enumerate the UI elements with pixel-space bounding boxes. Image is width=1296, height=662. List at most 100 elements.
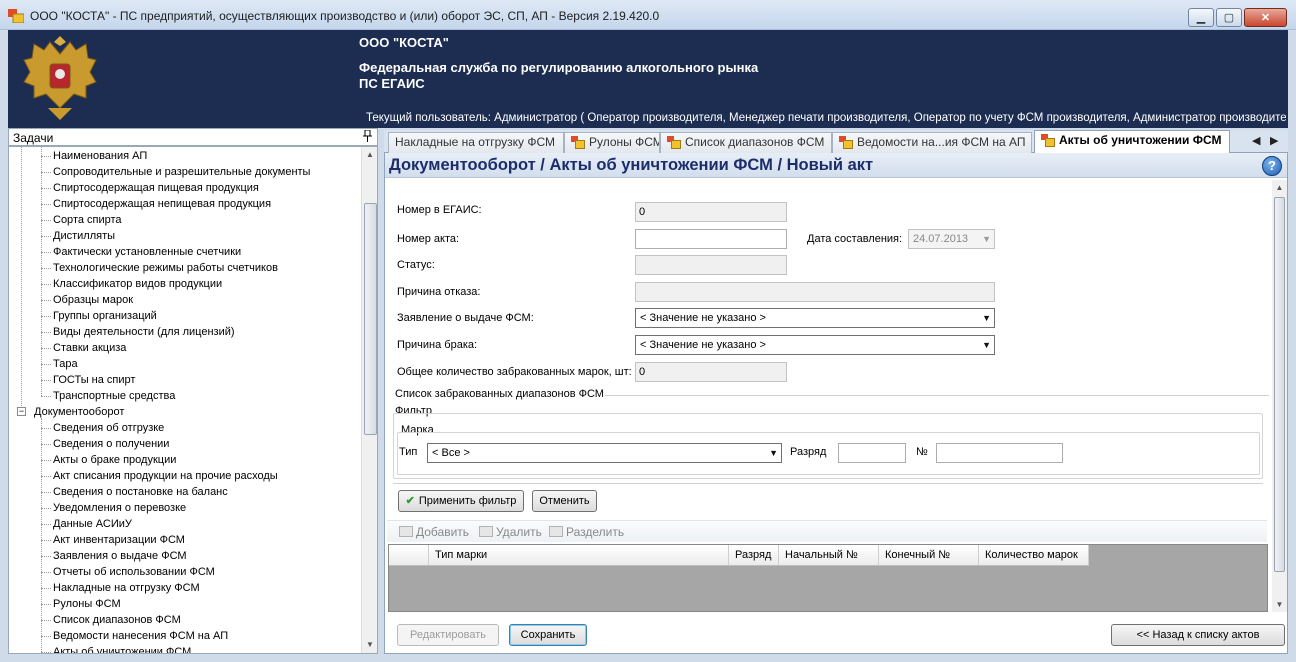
org-name: ООО "КОСТА" bbox=[359, 35, 449, 50]
row-header-corner bbox=[389, 545, 429, 566]
tree-item[interactable]: Сведения о получении bbox=[53, 436, 169, 452]
delete-icon bbox=[479, 526, 493, 537]
tree-item[interactable]: Классификатор видов продукции bbox=[53, 276, 222, 292]
rank-input[interactable] bbox=[838, 443, 906, 463]
column-header[interactable]: Начальный № bbox=[779, 545, 879, 566]
tree-connector bbox=[21, 147, 22, 406]
tree-item[interactable]: Сорта спирта bbox=[53, 212, 122, 228]
scroll-up-icon[interactable]: ▲ bbox=[1272, 180, 1287, 195]
cancel-filter-button[interactable]: Отменить bbox=[532, 490, 597, 512]
content-scrollbar[interactable]: ▲ ▼ bbox=[1272, 180, 1287, 612]
tree-item[interactable]: Спиртосодержащая пищевая продукция bbox=[53, 180, 259, 196]
date-picker[interactable]: 24.07.2013 ▼ bbox=[908, 229, 995, 249]
tree-connector bbox=[41, 380, 51, 381]
tree-item-documents[interactable]: Документооборот bbox=[34, 404, 124, 420]
tab-fsm-rolls[interactable]: Рулоны ФСМ bbox=[564, 132, 660, 153]
split-icon bbox=[549, 526, 563, 537]
minimize-button[interactable]: ▁ bbox=[1188, 8, 1214, 27]
fsm-application-select[interactable]: < Значение не указано > ▼ bbox=[635, 308, 995, 328]
tree-item[interactable]: Фактически установленные счетчики bbox=[53, 244, 241, 260]
split-range-button[interactable]: Разделить bbox=[549, 525, 624, 539]
tree-item[interactable]: Ведомости нанесения ФСМ на АП bbox=[53, 628, 228, 644]
scroll-up-icon[interactable]: ▲ bbox=[362, 147, 377, 163]
scroll-down-icon[interactable]: ▼ bbox=[362, 637, 377, 653]
tree-item[interactable]: Наименования АП bbox=[53, 148, 147, 164]
number-input[interactable] bbox=[936, 443, 1063, 463]
pin-icon[interactable] bbox=[363, 129, 372, 145]
column-header[interactable]: Конечный № bbox=[879, 545, 979, 566]
chevron-down-icon: ▼ bbox=[982, 313, 991, 323]
tree-item[interactable]: Образцы марок bbox=[53, 292, 133, 308]
tree-item[interactable]: Уведомления о перевозке bbox=[53, 500, 186, 516]
tree-item[interactable]: Акты о браке продукции bbox=[53, 452, 176, 468]
tree-item[interactable]: Ставки акциза bbox=[53, 340, 126, 356]
column-header[interactable]: Тип марки bbox=[429, 545, 729, 566]
defect-reason-value: < Значение не указано > bbox=[640, 339, 766, 351]
defect-reason-select[interactable]: < Значение не указано > ▼ bbox=[635, 335, 995, 355]
tree-connector bbox=[41, 540, 51, 541]
tab-fsm-destruction-acts[interactable]: Акты об уничтожении ФСМ bbox=[1034, 130, 1230, 154]
tree-item[interactable]: Сопроводительные и разрешительные докуме… bbox=[53, 164, 310, 180]
tree-item[interactable]: Рулоны ФСМ bbox=[53, 596, 121, 612]
tab-fsm-statements[interactable]: Ведомости на...ия ФСМ на АП bbox=[832, 132, 1032, 153]
tab-fsm-ranges[interactable]: Список диапазонов ФСМ bbox=[660, 132, 832, 153]
tree-scrollbar[interactable]: ▲ ▼ bbox=[361, 147, 377, 653]
apply-filter-button[interactable]: ✔ Применить фильтр bbox=[398, 490, 524, 512]
tree-connector bbox=[41, 444, 51, 445]
collapse-icon[interactable]: − bbox=[17, 407, 26, 416]
document-icon bbox=[667, 136, 681, 149]
tab-scroll-left-icon[interactable]: ◀ bbox=[1252, 134, 1260, 147]
save-button[interactable]: Сохранить bbox=[509, 624, 587, 646]
tree-item[interactable]: Отчеты об использовании ФСМ bbox=[53, 564, 215, 580]
total-rejected-label: Общее количество забракованных марок, шт… bbox=[397, 366, 632, 378]
act-number-input[interactable] bbox=[635, 229, 787, 249]
tree-connector bbox=[41, 620, 51, 621]
delete-label: Удалить bbox=[496, 525, 542, 539]
tree-item[interactable]: Виды деятельности (для лицензий) bbox=[53, 324, 235, 340]
tree-item[interactable]: Накладные на отгрузку ФСМ bbox=[53, 580, 200, 596]
tree-item[interactable]: Сведения об отгрузке bbox=[53, 420, 164, 436]
coat-of-arms-icon bbox=[23, 36, 97, 120]
column-header[interactable]: Количество марок bbox=[979, 545, 1089, 566]
tasks-tree[interactable]: Наименования АП Сопроводительные и разреш… bbox=[8, 146, 378, 654]
edit-button[interactable]: Редактировать bbox=[397, 624, 499, 646]
mark-type-select[interactable]: < Все > ▼ bbox=[427, 443, 782, 463]
tree-item[interactable]: Список диапазонов ФСМ bbox=[53, 612, 181, 628]
back-to-list-button[interactable]: << Назад к списку актов bbox=[1111, 624, 1285, 646]
maximize-button[interactable]: ▢ bbox=[1216, 8, 1242, 27]
tree-item[interactable]: Транспортные средства bbox=[53, 388, 175, 404]
close-button[interactable]: ✕ bbox=[1244, 8, 1287, 27]
help-icon[interactable]: ? bbox=[1262, 156, 1282, 176]
tab-fsm-invoices[interactable]: Накладные на отгрузку ФСМ bbox=[388, 132, 564, 153]
ranges-grid[interactable]: Тип марки Разряд Начальный № Конечный № … bbox=[388, 544, 1268, 612]
scrollbar-thumb[interactable] bbox=[364, 203, 377, 435]
column-header[interactable]: Разряд bbox=[729, 545, 779, 566]
tree-item[interactable]: Технологические режимы работы счетчиков bbox=[53, 260, 278, 276]
tree-item[interactable]: Тара bbox=[53, 356, 78, 372]
add-range-button[interactable]: Добавить bbox=[399, 525, 469, 539]
egais-number-field: 0 bbox=[635, 202, 787, 222]
tree-item[interactable]: Данные АСИиУ bbox=[53, 516, 132, 532]
service-name: Федеральная служба по регулированию алко… bbox=[359, 60, 759, 75]
tab-scroll-right-icon[interactable]: ▶ bbox=[1270, 134, 1278, 147]
tree-item[interactable]: ГОСТы на спирт bbox=[53, 372, 135, 388]
scrollbar-thumb[interactable] bbox=[1274, 197, 1285, 572]
scroll-down-icon[interactable]: ▼ bbox=[1272, 597, 1287, 612]
tree-connector bbox=[41, 252, 51, 253]
tree-item[interactable]: Группы организаций bbox=[53, 308, 157, 324]
tree-item[interactable]: Акт списания продукции на прочие расходы bbox=[53, 468, 278, 484]
tab-label: Накладные на отгрузку ФСМ bbox=[395, 135, 555, 149]
tab-label: Список диапазонов ФСМ bbox=[685, 135, 825, 149]
tree-item[interactable]: Сведения о постановке на баланс bbox=[53, 484, 228, 500]
defect-reason-label: Причина брака: bbox=[397, 339, 478, 351]
tree-item[interactable]: Заявления о выдаче ФСМ bbox=[53, 548, 187, 564]
tree-item[interactable]: Акты об уничтожении ФСМ bbox=[53, 644, 191, 653]
window-title: ООО "КОСТА" - ПС предприятий, осуществля… bbox=[30, 9, 660, 23]
tree-item[interactable]: Дистилляты bbox=[53, 228, 115, 244]
tasks-panel-header: Задачи bbox=[8, 128, 378, 146]
tree-connector bbox=[41, 268, 51, 269]
document-content: Документооборот / Акты об уничтожении ФС… bbox=[384, 153, 1288, 654]
tree-item[interactable]: Спиртосодержащая непищевая продукция bbox=[53, 196, 271, 212]
tree-item[interactable]: Акт инвентаризации ФСМ bbox=[53, 532, 185, 548]
delete-range-button[interactable]: Удалить bbox=[479, 525, 542, 539]
